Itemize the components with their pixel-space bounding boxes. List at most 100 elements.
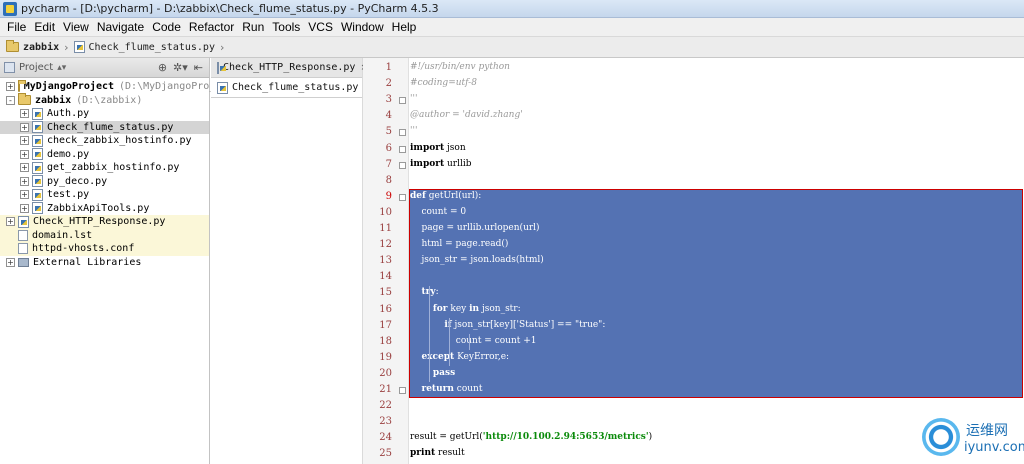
python-file-icon — [32, 188, 43, 201]
breadcrumb-file[interactable]: Check_flume_status.py — [73, 41, 215, 53]
menu-help[interactable]: Help — [388, 20, 421, 34]
tree-item[interactable]: httpd-vhosts.conf — [0, 242, 209, 256]
breadcrumb-folder[interactable]: zabbix — [6, 40, 60, 53]
tree-item[interactable]: + MyDjangoProject (D:\MyDjangoPro_ — [0, 79, 215, 94]
menu-refactor[interactable]: Refactor — [185, 20, 238, 34]
tree-item-label: domain.lst — [32, 229, 93, 241]
python-file-icon — [32, 107, 43, 120]
line-number: 7 — [385, 158, 392, 170]
scroll-from-source-icon[interactable]: ⊕ — [158, 61, 167, 74]
line-number: 20 — [379, 367, 392, 379]
menu-navigate[interactable]: Navigate — [93, 20, 148, 34]
tree-item[interactable]: + get_zabbix_hostinfo.py — [0, 161, 209, 175]
hide-panel-icon[interactable]: ⇤ — [194, 61, 203, 74]
line-number: 21 — [379, 384, 392, 395]
tree-item-label: ZabbixApiTools.py — [47, 202, 150, 214]
tree-item[interactable]: + test.py — [0, 188, 209, 202]
expand-icon[interactable]: + — [20, 190, 29, 200]
project-panel-header: Project ▴▾ ⊕ ✲▾ ⇤ — [0, 58, 209, 78]
fold-marker-icon[interactable] — [399, 129, 406, 137]
expand-icon[interactable]: + — [20, 136, 29, 146]
line-number: 5 — [385, 126, 392, 138]
code-line: #!/usr/bin/env python — [410, 62, 510, 72]
tree-item[interactable]: domain.lst — [0, 228, 209, 242]
keyword: def — [410, 190, 426, 201]
editor-tab[interactable]: Check_HTTP_Response.py× — [211, 58, 368, 78]
gear-icon[interactable]: ✲▾ — [173, 61, 188, 74]
tree-item[interactable]: + External Libraries — [0, 256, 209, 270]
code-line: pass — [410, 368, 455, 378]
line-number: 17 — [379, 319, 392, 331]
menu-window[interactable]: Window — [337, 20, 388, 34]
menu-file[interactable]: File — [3, 20, 30, 34]
menu-tools[interactable]: Tools — [268, 20, 304, 34]
chevron-right-icon: › — [219, 40, 225, 54]
python-file-icon — [32, 175, 43, 188]
dropdown-arrows-icon[interactable]: ▴▾ — [57, 63, 66, 73]
line-number: 8 — [385, 174, 392, 186]
tree-item[interactable]: + ZabbixApiTools.py — [0, 202, 209, 216]
expand-icon[interactable]: + — [20, 149, 29, 159]
project-view-selector[interactable]: Project — [19, 62, 53, 73]
python-file-icon — [217, 81, 228, 94]
line-number: 16 — [379, 303, 392, 315]
tree-item[interactable]: + check_zabbix_hostinfo.py — [0, 134, 209, 148]
fold-marker-icon[interactable] — [399, 97, 406, 105]
python-file-icon — [217, 61, 226, 74]
line-number: 18 — [379, 335, 392, 347]
editor-tab[interactable]: Check_flume_status.py — [211, 78, 362, 98]
keyword: pass — [432, 367, 456, 378]
menu-view[interactable]: View — [59, 20, 93, 34]
menu-run[interactable]: Run — [238, 20, 268, 34]
expand-icon[interactable]: + — [6, 217, 15, 227]
menu-vcs[interactable]: VCS — [304, 20, 337, 34]
expand-icon[interactable]: + — [20, 109, 29, 119]
fold-marker-icon[interactable] — [399, 145, 406, 153]
tree-item[interactable]: - zabbix (D:\zabbix) — [0, 93, 209, 108]
python-file-icon — [32, 161, 43, 174]
code-line: return count — [421, 384, 483, 394]
tree-item[interactable]: + Check_HTTP_Response.py — [0, 215, 209, 229]
python-file-icon — [32, 134, 43, 147]
line-number: 9 — [385, 190, 392, 202]
line-number-gutter: 1 2 3 4 5 6 7 8 9 10 11 12 13 14 15 16 17 18 19 20 21 22 23 24 2… — [363, 58, 409, 464]
keyword: if — [444, 319, 452, 330]
library-icon — [18, 257, 29, 267]
code-line: import urllib — [410, 158, 472, 169]
window-title: pycharm - [D:\pycharm] - D:\zabbix\Check… — [21, 2, 439, 15]
code-editor[interactable]: #!/usr/bin/env python #coding=utf-8 ''' @au… — [409, 58, 1024, 464]
line-number: 2 — [385, 78, 392, 90]
expand-icon[interactable]: + — [20, 176, 29, 186]
editor-tabs: Check_HTTP_Response.py× Check_flume_statu… — [211, 58, 368, 464]
fold-marker-icon[interactable] — [399, 193, 406, 201]
watermark-cn-text: 运维网 — [966, 423, 1008, 439]
keyword: in — [469, 303, 480, 314]
tree-item[interactable]: + Check_flume_status.py — [0, 120, 209, 134]
fold-marker-icon[interactable] — [399, 387, 406, 394]
title-bar: pycharm - [D:\pycharm] - D:\zabbix\Check… — [0, 0, 1024, 18]
menu-code[interactable]: Code — [148, 20, 185, 34]
code-line: def getUrl(url): — [410, 190, 482, 201]
file-icon — [18, 229, 28, 241]
fold-marker-icon[interactable] — [399, 161, 406, 169]
breadcrumb-folder-label: zabbix — [23, 41, 60, 53]
expand-icon[interactable]: + — [20, 122, 29, 132]
breadcrumb: zabbix › Check_flume_status.py › — [0, 37, 1024, 58]
menu-edit[interactable]: Edit — [30, 20, 59, 34]
code-line: result = getUrl('http://10.100.2.94:5653… — [410, 432, 653, 443]
line-number: 19 — [379, 351, 392, 363]
expand-icon[interactable]: + — [6, 82, 15, 92]
line-number: 15 — [379, 287, 392, 299]
code-line: #coding=utf-8 — [410, 78, 477, 89]
line-number: 10 — [379, 206, 392, 218]
expand-icon[interactable]: + — [6, 257, 15, 267]
tree-item[interactable]: + demo.py — [0, 148, 209, 162]
expand-icon[interactable]: + — [20, 203, 29, 213]
tree-item[interactable]: + Auth.py — [0, 107, 209, 121]
expand-icon[interactable]: + — [20, 163, 29, 173]
breadcrumb-file-label: Check_flume_status.py — [88, 41, 215, 53]
tree-item[interactable]: + py_deco.py — [0, 175, 209, 189]
line-number: 13 — [379, 255, 392, 267]
tree-item-label: External Libraries — [33, 256, 142, 268]
collapse-icon[interactable]: - — [6, 95, 15, 105]
